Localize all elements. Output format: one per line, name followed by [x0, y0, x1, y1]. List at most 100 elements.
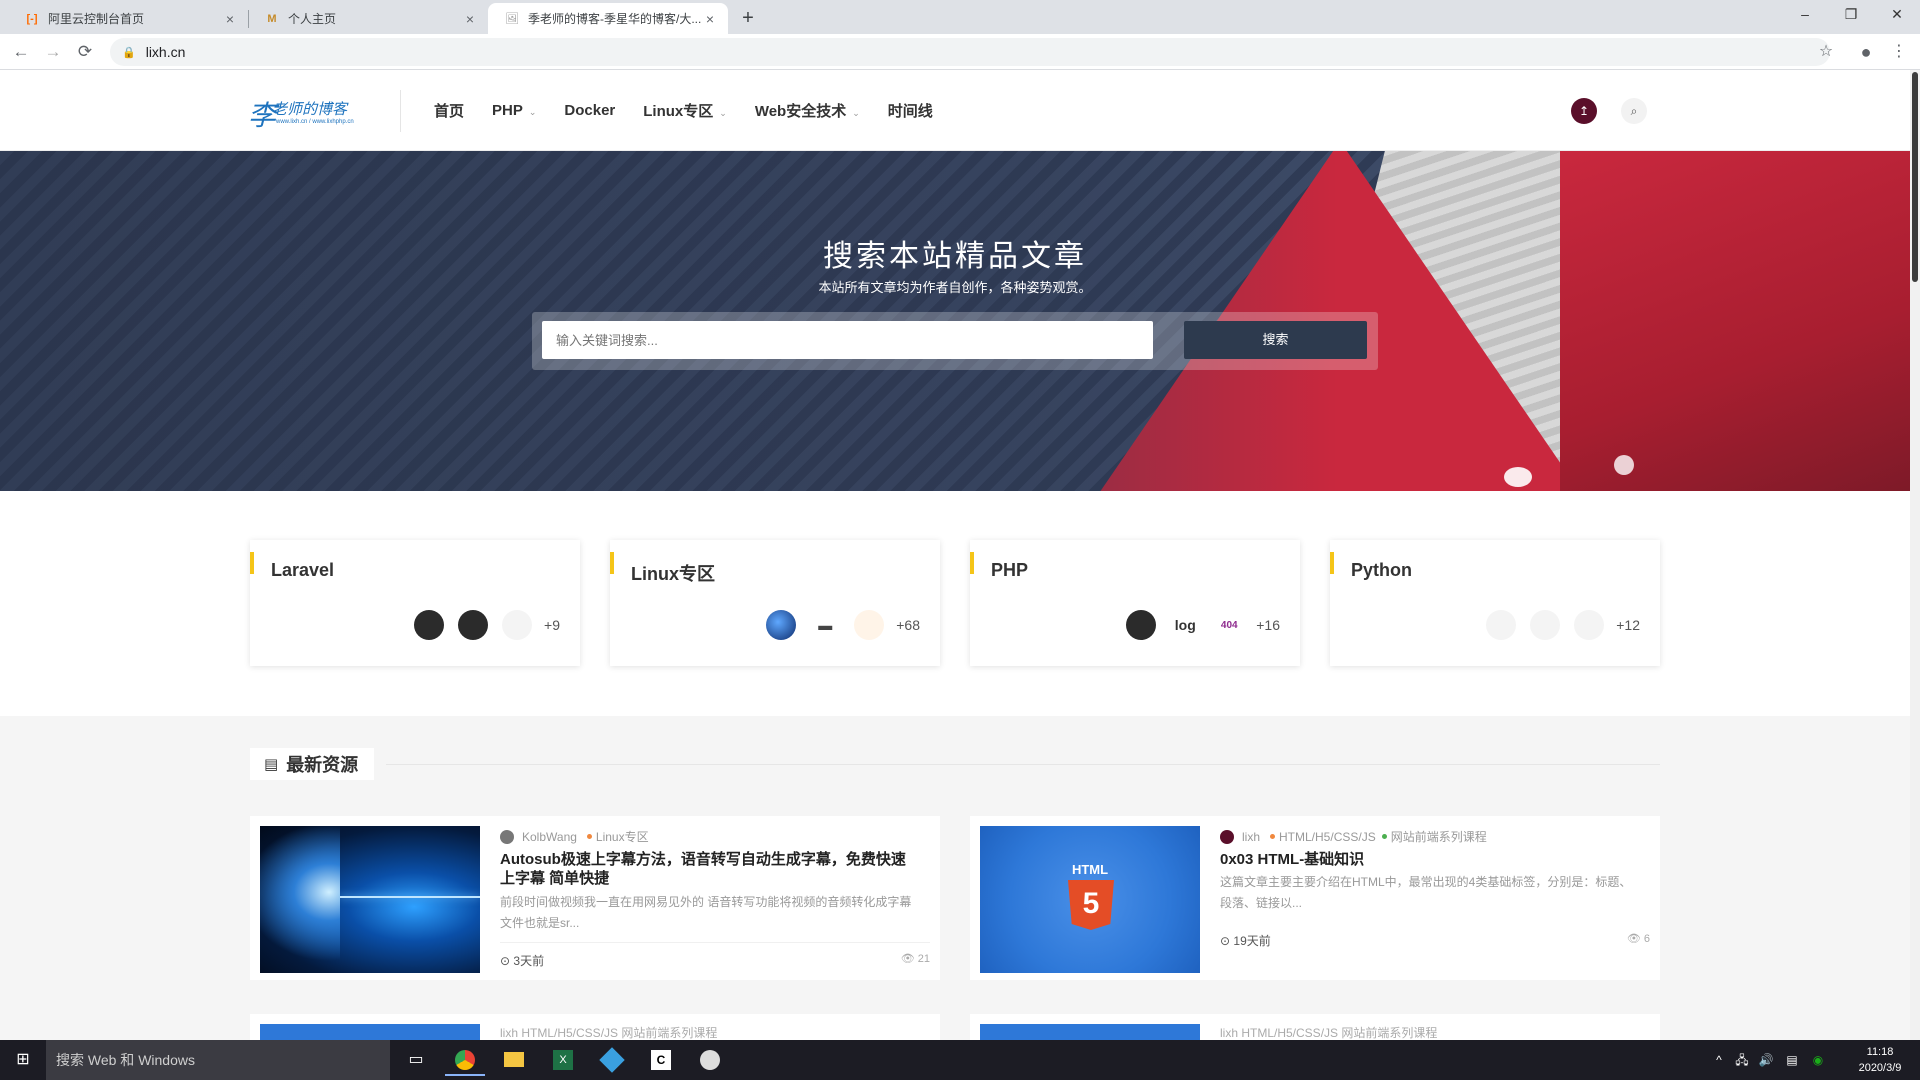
excel-icon[interactable]: X: [543, 1044, 583, 1076]
site-logo[interactable]: 李 老师的博客 www.lixh.cn / www.lixhphp.cn: [248, 92, 372, 132]
home-icon: M: [267, 12, 277, 25]
nav-item-php[interactable]: PHP ⌄: [492, 102, 536, 119]
close-icon[interactable]: ×: [702, 11, 718, 27]
category-name: Python: [1351, 560, 1412, 580]
file-explorer-icon[interactable]: [494, 1044, 534, 1076]
post-card[interactable]: lixh HTML/H5/CSS/JS 网站前端系列课程: [250, 1014, 940, 1040]
address-bar[interactable]: 🔒 lixh.cn: [110, 38, 1830, 66]
start-button[interactable]: ⊞: [0, 1040, 46, 1080]
user-avatar[interactable]: ↥: [1571, 98, 1597, 124]
tab-title: 阿里云控制台首页: [48, 12, 145, 26]
forward-icon[interactable]: →: [40, 39, 66, 65]
app-icon[interactable]: [690, 1044, 730, 1076]
category-cards: Laravel +9 Linux专区 ▬ +68 PHP log 404 +16…: [250, 540, 1660, 666]
app-icon[interactable]: [592, 1044, 632, 1076]
post-thumb[interactable]: [1486, 610, 1517, 640]
new-tab-button[interactable]: +: [736, 6, 760, 30]
search-button[interactable]: 搜索: [1184, 321, 1367, 359]
category-thumbs: +9: [400, 610, 560, 640]
page-scrollbar[interactable]: [1910, 70, 1920, 1040]
tab-home[interactable]: M 个人主页 ×: [248, 3, 488, 34]
hero-subtitle: 本站所有文章均为作者自创作，各种姿势观赏。: [818, 280, 1092, 295]
post-thumb[interactable]: [1126, 610, 1157, 640]
post-time: ⊙ 3天前: [500, 954, 545, 968]
post-category[interactable]: Linux专区: [596, 828, 649, 845]
notification-icon[interactable]: ▤: [1780, 1040, 1804, 1080]
nav-item-home[interactable]: 首页: [434, 100, 464, 121]
post-category[interactable]: 网站前端系列课程: [1391, 828, 1487, 845]
author-avatar: [500, 829, 514, 844]
lock-icon: 🔒: [122, 46, 136, 59]
post-card[interactable]: lixh HTML/H5/CSS/JS 网站前端系列课程: [970, 1014, 1660, 1040]
close-window-button[interactable]: ✕: [1874, 0, 1920, 30]
category-card-linux[interactable]: Linux专区 ▬ +68: [610, 540, 940, 666]
post-thumb[interactable]: [854, 610, 885, 640]
reload-icon[interactable]: ⟳: [72, 39, 98, 65]
post-thumb[interactable]: 404: [1214, 610, 1245, 640]
account-icon[interactable]: ●: [1853, 39, 1879, 65]
browser-toolbar: ← → ⟳ 🔒 lixh.cn ☆ ● ⋮: [0, 34, 1920, 70]
close-icon[interactable]: ×: [462, 11, 478, 27]
search-icon[interactable]: ⌕: [1621, 98, 1647, 124]
post-thumb[interactable]: [1530, 610, 1561, 640]
post-thumb[interactable]: log: [1170, 610, 1201, 640]
tab-blog[interactable]: 🖼 季老师的博客-季星华的博客/大... ×: [488, 3, 728, 34]
post-time: ⊙ 19天前: [1220, 934, 1271, 948]
network-icon[interactable]: 🖧: [1730, 1040, 1754, 1080]
post-views: 👁 6: [1626, 933, 1650, 945]
section-divider: [386, 764, 1660, 765]
wechat-icon[interactable]: ◉: [1806, 1040, 1830, 1080]
category-count: +12: [1616, 617, 1640, 633]
post-thumb[interactable]: [1574, 610, 1605, 640]
post-thumb[interactable]: [502, 610, 533, 640]
post-title[interactable]: Autosub极速上字幕方法，语音转写自动生成字幕，免费快速上字幕 简单快捷: [500, 850, 920, 888]
task-view-icon[interactable]: ▭: [396, 1044, 436, 1076]
scrollbar-thumb[interactable]: [1912, 72, 1918, 282]
category-thumbs: +12: [1472, 610, 1640, 640]
post-category[interactable]: HTML/H5/CSS/JS: [1279, 830, 1376, 844]
drive-icon[interactable]: ▬: [810, 610, 841, 640]
hero-title: 搜索本站精品文章: [823, 240, 1087, 273]
nav-item-docker[interactable]: Docker: [564, 102, 615, 119]
post-thumb[interactable]: [766, 610, 797, 640]
nav-item-timeline[interactable]: 时间线: [888, 100, 933, 121]
clock-icon: ⊙: [500, 954, 511, 968]
volume-icon[interactable]: 🔊: [1754, 1040, 1778, 1080]
category-count: +68: [896, 617, 920, 633]
tab-aliyun[interactable]: [-] 阿里云控制台首页 ×: [8, 3, 248, 34]
post-image[interactable]: [980, 1024, 1200, 1040]
post-image[interactable]: [260, 1024, 480, 1040]
divider: [500, 942, 930, 943]
chrome-icon[interactable]: [445, 1044, 485, 1076]
blog-icon: 🖼: [505, 13, 519, 25]
category-dot: [586, 834, 592, 839]
post-author[interactable]: lixh: [1242, 830, 1260, 844]
nav-item-linux[interactable]: Linux专区 ⌄: [643, 100, 727, 121]
post-card[interactable]: KolbWang Linux专区 Autosub极速上字幕方法，语音转写自动生成…: [250, 816, 940, 980]
post-image[interactable]: [260, 826, 480, 973]
search-input[interactable]: [542, 321, 1153, 359]
minimize-button[interactable]: –: [1782, 0, 1828, 30]
post-card[interactable]: HTML 5 lixh HTML/H5/CSS/JS 网站前端系列课程 0x03…: [970, 816, 1660, 980]
bookmark-star-icon[interactable]: ☆: [1813, 39, 1839, 65]
taskbar-search[interactable]: 搜索 Web 和 Windows: [46, 1040, 390, 1080]
terminal-icon[interactable]: C: [641, 1044, 681, 1076]
nav-item-websec[interactable]: Web安全技术 ⌄: [755, 100, 860, 121]
post-excerpt: 这篇文章主要主要介绍在HTML中，最常出现的4类基础标签，分别是：标题、段落、链…: [1220, 875, 1632, 910]
menu-icon[interactable]: ⋮: [1886, 39, 1912, 65]
category-card-php[interactable]: PHP log 404 +16: [970, 540, 1300, 666]
post-thumb[interactable]: [458, 610, 489, 640]
post-title[interactable]: 0x03 HTML-基础知识: [1220, 850, 1640, 869]
tab-title: 个人主页: [288, 12, 337, 26]
post-image[interactable]: HTML 5: [980, 826, 1200, 973]
post-author[interactable]: KolbWang: [522, 830, 577, 844]
close-icon[interactable]: ×: [222, 11, 238, 27]
system-clock[interactable]: 11:18 2020/3/9: [1840, 1044, 1920, 1076]
category-card-laravel[interactable]: Laravel +9: [250, 540, 580, 666]
chevron-up-icon[interactable]: ^: [1708, 1040, 1730, 1080]
tab-title: 季老师的博客-季星华的博客/大...: [528, 12, 702, 26]
post-thumb[interactable]: [414, 610, 445, 640]
restore-button[interactable]: ❐: [1828, 0, 1874, 30]
category-card-python[interactable]: Python +12: [1330, 540, 1660, 666]
back-icon[interactable]: ←: [8, 39, 34, 65]
